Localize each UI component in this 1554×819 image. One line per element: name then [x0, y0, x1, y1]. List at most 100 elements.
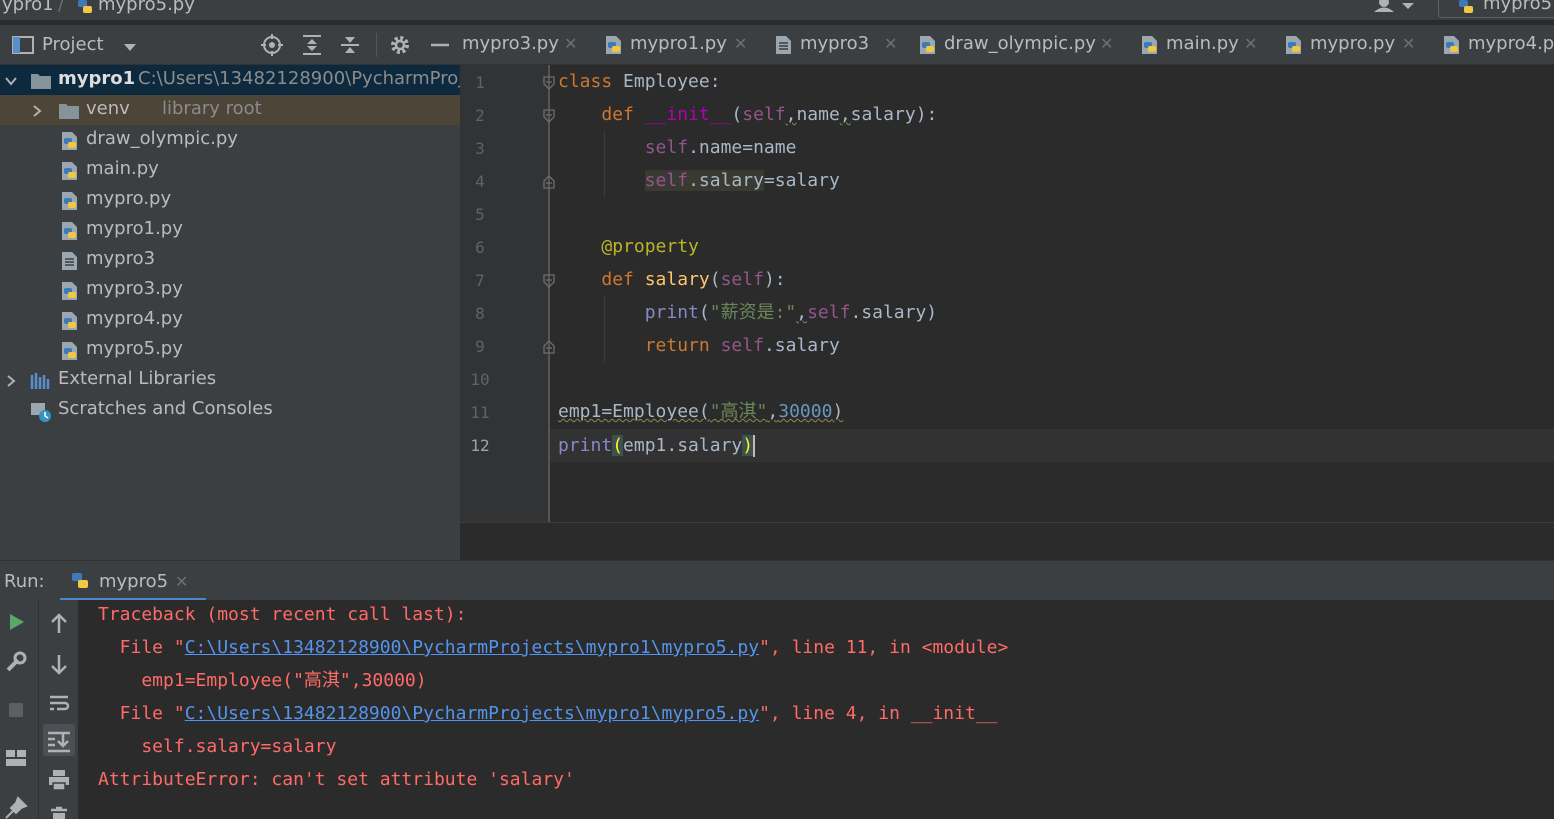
soft-wrap-icon[interactable]	[47, 692, 71, 716]
chevron-right-icon[interactable]	[4, 373, 18, 387]
close-icon[interactable]: ✕	[1402, 34, 1415, 53]
tab-draw-olympic-py[interactable]: draw_olympic.py ✕	[918, 25, 1128, 64]
tree-item-file[interactable]: draw_olympic.py	[0, 125, 460, 155]
code-line: self.name=name	[558, 131, 797, 164]
tree-item-external-libraries[interactable]: External Libraries	[0, 365, 460, 395]
python-file-icon	[918, 35, 938, 55]
collapse-all-icon[interactable]	[338, 33, 362, 57]
python-icon	[1457, 0, 1475, 16]
console-text: File "	[98, 703, 185, 724]
code-line-current: print(emp1.salary)	[558, 429, 756, 462]
gutter-divider	[548, 65, 550, 522]
code-token: salary	[644, 269, 710, 290]
code-token: salary	[850, 104, 916, 125]
print-icon[interactable]	[47, 768, 71, 792]
fold-end-icon[interactable]	[542, 174, 556, 190]
chevron-down-icon[interactable]	[122, 39, 146, 63]
arrow-up-icon[interactable]	[47, 612, 71, 636]
run-config-tab[interactable]: mypro5	[1438, 0, 1554, 18]
code-token: print	[558, 435, 613, 456]
wrench-icon[interactable]	[4, 650, 28, 674]
code-token: print	[644, 302, 699, 323]
rerun-icon[interactable]	[4, 610, 28, 634]
folder-icon	[58, 101, 79, 121]
file-link[interactable]: C:\Users\13482128900\PycharmProjects\myp…	[185, 637, 759, 658]
python-file-icon	[76, 0, 94, 16]
code-token: emp1.salary	[623, 435, 743, 456]
pin-icon[interactable]	[4, 796, 28, 819]
breadcrumb-file[interactable]: mypro5.py	[98, 0, 195, 15]
tree-item-file[interactable]: mypro4.py	[0, 305, 460, 335]
code-line: class Employee:	[558, 65, 721, 98]
breadcrumb-separator: /	[58, 0, 65, 15]
tab-label: mypro1.py	[630, 33, 727, 54]
python-file-icon	[1442, 35, 1462, 55]
fold-marker-icon[interactable]	[542, 108, 556, 124]
fold-marker-icon[interactable]	[542, 273, 556, 289]
tab-mypro-py[interactable]: mypro.py ✕	[1284, 25, 1424, 64]
gear-icon[interactable]	[388, 33, 412, 57]
file-link[interactable]: C:\Users\13482128900\PycharmProjects\myp…	[185, 703, 759, 724]
close-icon[interactable]: ✕	[884, 34, 897, 53]
tree-item-scratches[interactable]: Scratches and Consoles	[0, 395, 460, 425]
tree-item-file[interactable]: main.py	[0, 155, 460, 185]
chevron-right-icon[interactable]	[30, 103, 44, 117]
close-icon[interactable]: ✕	[175, 572, 188, 591]
code-token: .salary)	[850, 302, 938, 323]
code-end-line	[460, 522, 1554, 523]
close-icon[interactable]: ✕	[564, 34, 577, 53]
close-icon[interactable]: ✕	[1244, 34, 1257, 53]
code-line: emp1=Employee("高淇",30000)	[558, 395, 843, 428]
python-file-icon	[60, 221, 80, 241]
tab-run-mypro5[interactable]: mypro5 ✕	[62, 561, 204, 601]
tree-item-file[interactable]: mypro1.py	[0, 215, 460, 245]
code-token: self	[807, 302, 851, 323]
code-editor[interactable]: 1 2 3 4 5 6 7 8 9 10 11 12 class Employe…	[460, 65, 1554, 560]
tab-mypro1-py[interactable]: mypro1.py ✕	[604, 25, 764, 64]
tree-item-venv[interactable]: venv library root	[0, 95, 460, 125]
file-label: mypro1.py	[86, 218, 183, 239]
tab-mypro3-py[interactable]: mypro3.py ✕	[460, 25, 590, 64]
user-account-icon[interactable]	[1372, 0, 1418, 15]
tab-mypro4-py[interactable]: mypro4.py	[1442, 25, 1554, 64]
tree-item-file[interactable]: mypro3.py	[0, 275, 460, 305]
code-token: Employee:	[612, 71, 721, 92]
project-tree: mypro1 C:\Users\13482128900\PycharmProje…	[0, 65, 460, 560]
scratches-label: Scratches and Consoles	[58, 398, 273, 419]
tree-item-file[interactable]: mypro.py	[0, 185, 460, 215]
run-label: Run:	[4, 571, 45, 592]
stop-icon[interactable]	[4, 698, 28, 722]
python-file-icon	[60, 281, 80, 301]
project-panel-title[interactable]: Project	[42, 34, 104, 55]
python-file-icon	[60, 161, 80, 181]
code-token: .name=name	[688, 137, 797, 158]
run-toolbar	[0, 600, 78, 819]
tree-item-root[interactable]: mypro1 C:\Users\13482128900\PycharmProje	[0, 65, 460, 95]
line-number: 10	[470, 370, 490, 389]
tree-item-file[interactable]: mypro3	[0, 245, 460, 275]
fold-end-icon[interactable]	[542, 339, 556, 355]
root-project-label: mypro1	[58, 68, 136, 89]
console-text: File "	[98, 637, 185, 658]
code-token: (	[731, 104, 743, 125]
tab-mypro3[interactable]: mypro3 ✕	[774, 25, 904, 64]
python-file-icon	[60, 131, 80, 151]
expand-all-icon[interactable]	[300, 33, 324, 57]
close-icon[interactable]: ✕	[734, 34, 747, 53]
scroll-to-end-icon[interactable]	[43, 724, 75, 756]
library-icon	[30, 371, 50, 391]
run-console[interactable]: Traceback (most recent call last): File …	[78, 600, 1554, 819]
fold-marker-icon[interactable]	[542, 75, 556, 91]
code-token: )	[742, 435, 754, 456]
chevron-down-icon[interactable]	[4, 73, 18, 87]
breadcrumb-project[interactable]: ypro1	[2, 0, 54, 15]
tab-main-py[interactable]: main.py ✕	[1140, 25, 1270, 64]
locate-target-icon[interactable]	[260, 33, 284, 57]
layout-icon[interactable]	[4, 746, 28, 770]
minimize-icon[interactable]	[428, 33, 452, 57]
close-icon[interactable]: ✕	[1100, 34, 1113, 53]
code-token: self	[720, 269, 764, 290]
trash-icon[interactable]	[47, 806, 71, 819]
arrow-down-icon[interactable]	[47, 652, 71, 676]
tree-item-file[interactable]: mypro5.py	[0, 335, 460, 365]
